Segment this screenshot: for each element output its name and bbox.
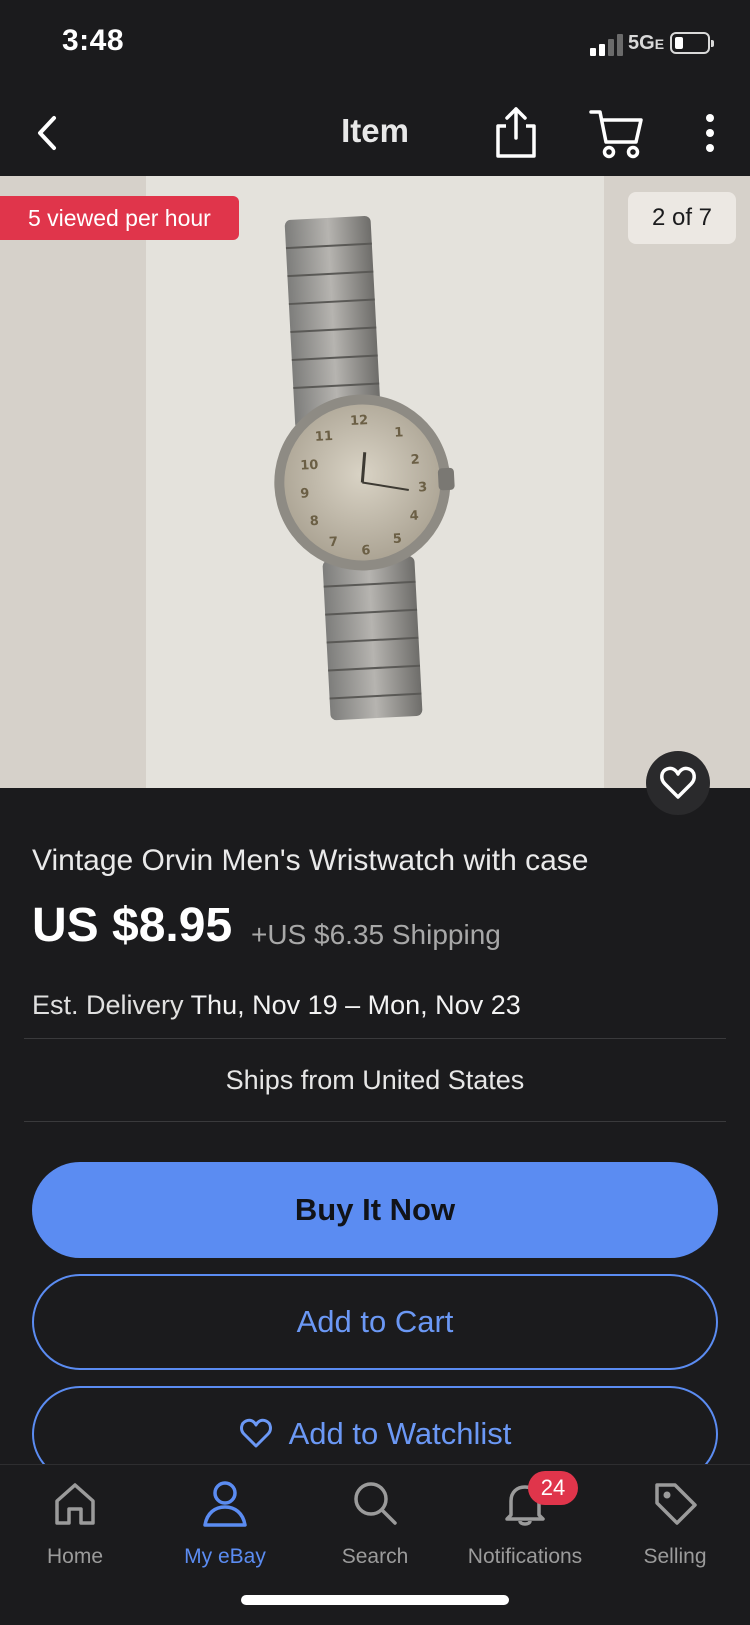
person-icon [203,1481,247,1527]
notifications-count-badge: 24 [528,1471,578,1505]
tab-my-ebay[interactable]: My eBay [150,1465,300,1585]
tab-notifications[interactable]: 24 Notifications [450,1465,600,1585]
svg-text:10: 10 [300,458,319,474]
tab-search-label: Search [341,1545,409,1568]
svg-text:6: 6 [361,543,371,558]
cellular-signal-icon [590,34,623,56]
battery-icon [670,32,714,54]
delivery-dates: Thu, Nov 19 – Mon, Nov 23 [190,990,521,1020]
heart-icon [660,766,696,799]
status-bar: 3:48 5GE [0,0,750,90]
image-counter-badge: 2 of 7 [627,192,736,244]
more-options-icon[interactable] [696,108,724,158]
add-to-watchlist-label: Add to Watchlist [288,1416,512,1451]
tab-selling[interactable]: Selling [600,1465,750,1585]
svg-text:11: 11 [314,429,333,445]
item-price: US $8.95 [32,899,233,952]
svg-text:1: 1 [394,425,404,440]
svg-text:12: 12 [350,413,369,429]
divider [24,1121,726,1122]
svg-text:8: 8 [309,514,319,529]
nav-bar: Item [0,90,750,176]
wristwatch-photo: 12 12 3 45 6 78 9 10 11 [274,215,455,721]
delivery-label: Est. Delivery [32,990,184,1020]
svg-text:9: 9 [300,486,310,501]
svg-text:4: 4 [409,509,419,524]
network-indicator: 5GE [628,32,665,54]
svg-text:2: 2 [410,452,420,467]
svg-text:5: 5 [392,531,402,546]
svg-text:7: 7 [329,535,339,550]
tab-selling-label: Selling [643,1545,707,1568]
tab-search[interactable]: Search [300,1465,450,1585]
svg-text:3: 3 [418,480,428,495]
estimated-delivery: Est. Delivery Thu, Nov 19 – Mon, Nov 23 [32,990,521,1021]
status-time: 3:48 [62,24,125,57]
heart-icon [239,1418,272,1448]
tab-my-ebay-label: My eBay [184,1545,266,1568]
tab-home[interactable]: Home [0,1465,150,1585]
shipping-cost: +US $6.35 Shipping [251,919,501,950]
tag-icon [655,1483,697,1525]
ships-from: Ships from United States [225,1065,525,1095]
buy-it-now-button[interactable]: Buy It Now [32,1162,718,1258]
home-indicator [241,1595,509,1605]
tab-home-label: Home [46,1545,104,1568]
tab-notifications-label: Notifications [467,1545,583,1568]
add-to-cart-button[interactable]: Add to Cart [32,1274,718,1370]
item-photo: 12 1 2 3 45 6 78 9 10 11 [146,176,604,788]
item-image-gallery[interactable]: 12 1 2 3 45 6 78 9 10 11 5 viewed per hour 2 o… [0,176,750,788]
cart-icon[interactable] [588,106,644,160]
watchlist-heart-button[interactable] [646,751,710,815]
home-icon [55,1483,95,1525]
share-icon[interactable] [490,104,542,160]
viewed-per-hour-badge: 5 viewed per hour [0,196,239,240]
item-title: Vintage Orvin Men's Wristwatch with case [32,844,589,877]
divider [24,1038,726,1039]
search-icon [354,1482,397,1525]
